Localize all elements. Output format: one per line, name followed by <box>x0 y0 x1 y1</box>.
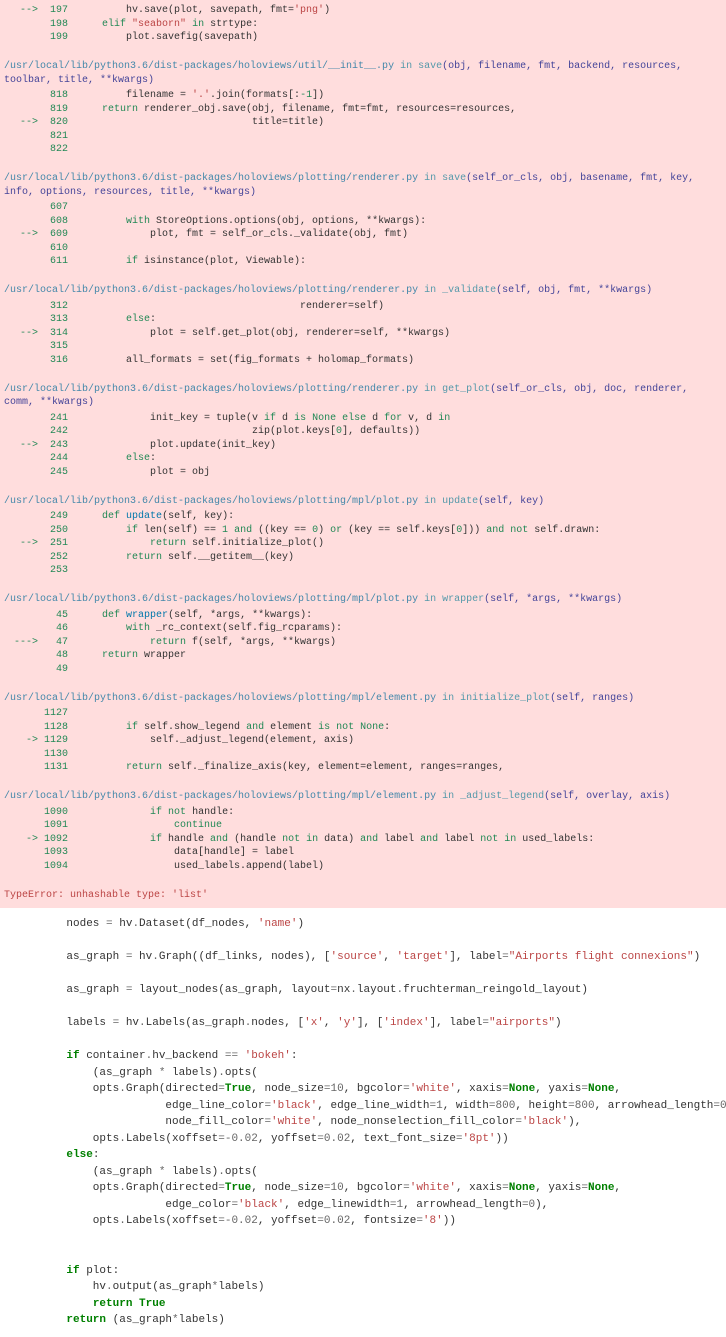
code-line: -->609 plot, fmt = self_or_cls._validate… <box>0 228 726 242</box>
code-line: 45 def wrapper(self, *args, **kwargs): <box>0 609 726 623</box>
source-line: hv.output(as_graph*labels) <box>40 1279 686 1296</box>
code-line: 315 <box>0 340 726 354</box>
code-line: -->251 return self.initialize_plot() <box>0 537 726 551</box>
code-line: 313 else: <box>0 313 726 327</box>
source-line: as_graph = hv.Graph((df_links, nodes), [… <box>40 949 686 966</box>
code-line: 607 <box>0 201 726 215</box>
code-line: -->197 hv.save(plot, savepath, fmt='png'… <box>0 4 726 18</box>
code-line: 241 init_key = tuple(v if d is None else… <box>0 412 726 426</box>
code-line: 818 filename = '.'.join(formats[:-1]) <box>0 89 726 103</box>
code-line: 46 with _rc_context(self.fig_rcparams): <box>0 622 726 636</box>
code-line: 198 elif "seaborn" in strtype: <box>0 18 726 32</box>
frame-0: -->197 hv.save(plot, savepath, fmt='png'… <box>0 4 726 45</box>
code-line: 1094 used_labels.append(label) <box>0 860 726 874</box>
source-line: if container.hv_backend == 'bokeh': <box>40 1048 686 1065</box>
source-line: opts.Labels(xoffset=-0.02, yoffset=0.02,… <box>40 1213 686 1230</box>
source-line <box>40 966 686 983</box>
code-line: 245 plot = obj <box>0 466 726 480</box>
code-line: 1128 if self.show_legend and element is … <box>0 721 726 735</box>
frame-header: /usr/local/lib/python3.6/dist-packages/h… <box>0 170 726 201</box>
code-line: 312 renderer=self) <box>0 300 726 314</box>
code-line: ->1129 self._adjust_legend(element, axis… <box>0 734 726 748</box>
source-line: return (as_graph*labels) <box>40 1312 686 1329</box>
frame-header: /usr/local/lib/python3.6/dist-packages/h… <box>0 591 726 609</box>
code-line: 1131 return self._finalize_axis(key, ele… <box>0 761 726 775</box>
code-line: 1091 continue <box>0 819 726 833</box>
code-line: 242 zip(plot.keys[0], defaults)) <box>0 425 726 439</box>
source-line <box>40 933 686 950</box>
code-line: 199 plot.savefig(savepath) <box>0 31 726 45</box>
code-line: 1130 <box>0 748 726 762</box>
source-line: else: <box>40 1147 686 1164</box>
code-line: 49 <box>0 663 726 677</box>
source-line: opts.Graph(directed=True, node_size=10, … <box>40 1180 686 1197</box>
frame-header: /usr/local/lib/python3.6/dist-packages/h… <box>0 58 726 89</box>
frame-header: /usr/local/lib/python3.6/dist-packages/h… <box>0 788 726 806</box>
source-line <box>40 1230 686 1247</box>
source-line: edge_line_color='black', edge_line_width… <box>40 1098 686 1115</box>
code-line: 249 def update(self, key): <box>0 510 726 524</box>
source-line: return True <box>40 1296 686 1313</box>
code-line: 48 return wrapper <box>0 649 726 663</box>
source-line: opts.Graph(directed=True, node_size=10, … <box>40 1081 686 1098</box>
source-line: node_fill_color='white', node_nonselecti… <box>40 1114 686 1131</box>
source-line <box>40 999 686 1016</box>
code-line: 611 if isinstance(plot, Viewable): <box>0 255 726 269</box>
source-line: as_graph = layout_nodes(as_graph, layout… <box>40 982 686 999</box>
source-line: edge_color='black', edge_linewidth=1, ar… <box>40 1197 686 1214</box>
source-line: (as_graph * labels).opts( <box>40 1065 686 1082</box>
code-line: 316 all_formats = set(fig_formats + holo… <box>0 354 726 368</box>
code-line: 821 <box>0 130 726 144</box>
code-line: --->47 return f(self, *args, **kwargs) <box>0 636 726 650</box>
frame-header: /usr/local/lib/python3.6/dist-packages/h… <box>0 493 726 511</box>
source-code-block: nodes = hv.Dataset(df_nodes, 'name') as_… <box>0 908 726 1337</box>
code-line: 253 <box>0 564 726 578</box>
code-line: ->1092 if handle and (handle not in data… <box>0 833 726 847</box>
frame-header: /usr/local/lib/python3.6/dist-packages/h… <box>0 381 726 412</box>
code-line: 610 <box>0 242 726 256</box>
source-line: if plot: <box>40 1263 686 1280</box>
code-line: 244 else: <box>0 452 726 466</box>
source-line: (as_graph * labels).opts( <box>40 1164 686 1181</box>
code-line: 822 <box>0 143 726 157</box>
code-line: 608 with StoreOptions.options(obj, optio… <box>0 215 726 229</box>
source-line: opts.Labels(xoffset=-0.02, yoffset=0.02,… <box>40 1131 686 1148</box>
traceback-block: -->197 hv.save(plot, savepath, fmt='png'… <box>0 0 726 908</box>
code-line: -->243 plot.update(init_key) <box>0 439 726 453</box>
error-message: TypeError: unhashable type: 'list' <box>0 887 726 905</box>
source-line: labels = hv.Labels(as_graph.nodes, ['x',… <box>40 1015 686 1032</box>
source-line <box>40 1246 686 1263</box>
frame-header: /usr/local/lib/python3.6/dist-packages/h… <box>0 690 726 708</box>
code-line: 819 return renderer_obj.save(obj, filena… <box>0 103 726 117</box>
code-line: 1127 <box>0 707 726 721</box>
source-line: nodes = hv.Dataset(df_nodes, 'name') <box>40 916 686 933</box>
code-line: -->820 title=title) <box>0 116 726 130</box>
code-line: -->314 plot = self.get_plot(obj, rendere… <box>0 327 726 341</box>
source-line <box>40 1032 686 1049</box>
code-line: 1093 data[handle] = label <box>0 846 726 860</box>
code-line: 250 if len(self) == 1 and ((key == 0) or… <box>0 524 726 538</box>
code-line: 1090 if not handle: <box>0 806 726 820</box>
frame-header: /usr/local/lib/python3.6/dist-packages/h… <box>0 282 726 300</box>
code-line: 252 return self.__getitem__(key) <box>0 551 726 565</box>
